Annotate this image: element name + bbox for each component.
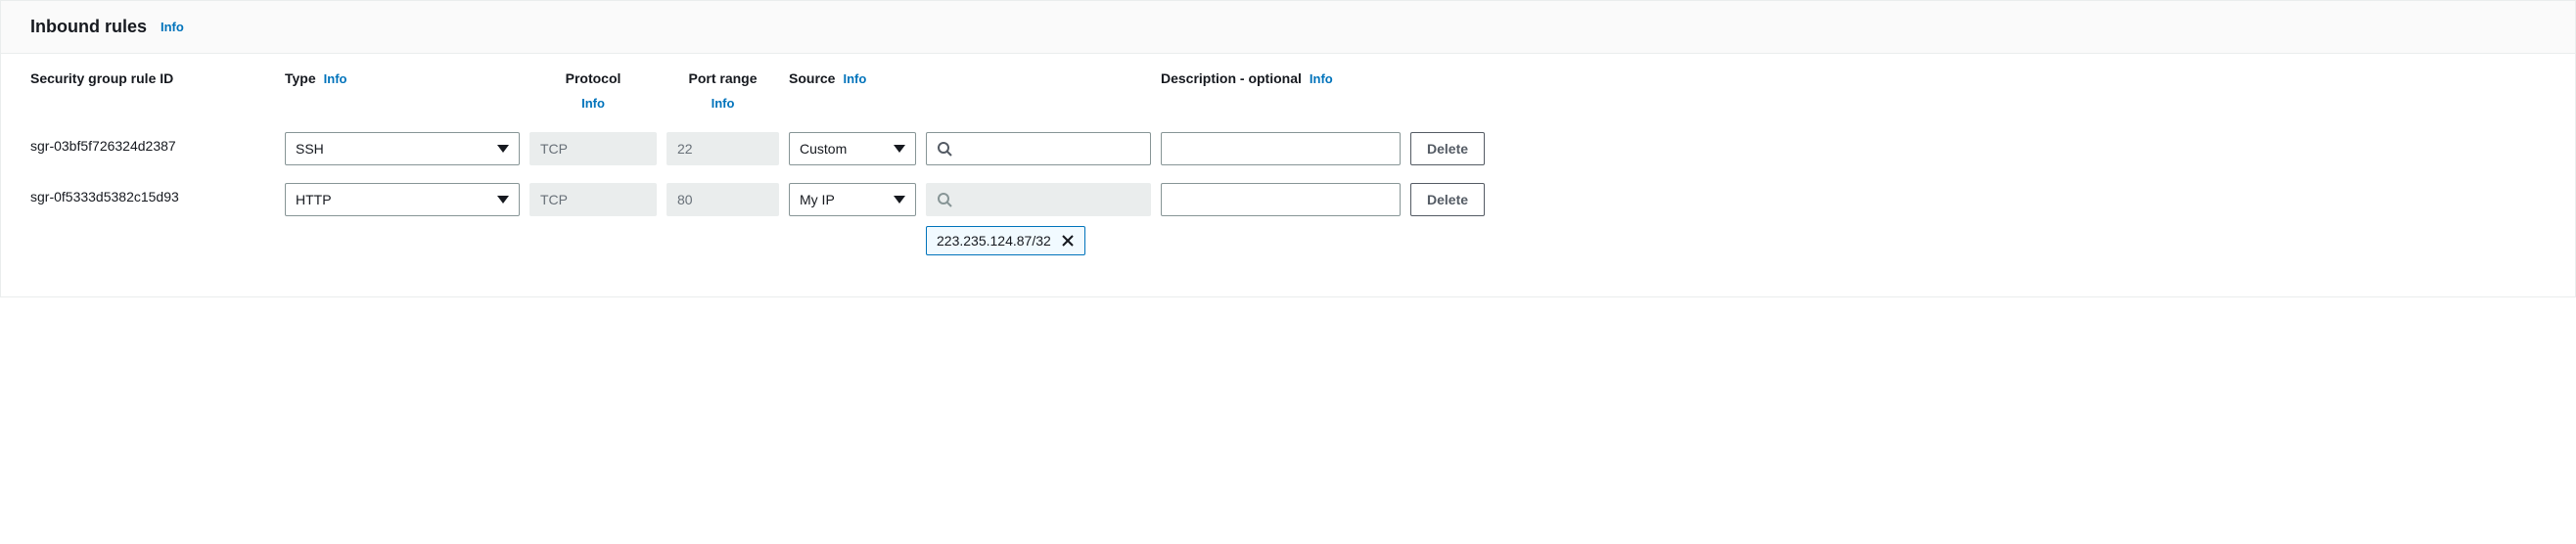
panel-header: Inbound rules Info	[1, 1, 2575, 54]
columns-header: Security group rule ID Type Info Protoco…	[30, 69, 2546, 113]
caret-down-icon	[894, 145, 905, 153]
column-rule-id: Security group rule ID	[30, 69, 275, 89]
caret-down-icon	[497, 196, 509, 204]
panel-body: Security group rule ID Type Info Protoco…	[1, 54, 2575, 296]
search-icon	[937, 192, 952, 207]
source-search[interactable]	[926, 132, 1151, 165]
panel-title: Inbound rules	[30, 17, 147, 37]
column-port-range-info-link[interactable]: Info	[712, 95, 735, 113]
protocol-field: TCP	[529, 183, 657, 216]
inbound-rules-panel: Inbound rules Info Security group rule I…	[0, 0, 2576, 297]
source-search-input[interactable]	[960, 141, 1140, 157]
column-description: Description - optional Info	[1161, 69, 1401, 89]
source-cidr-token: 223.235.124.87/32	[926, 226, 1085, 255]
delete-button[interactable]: Delete	[1410, 132, 1485, 165]
type-select[interactable]: SSH	[285, 132, 520, 165]
column-source: Source Info	[789, 69, 1151, 89]
column-protocol: Protocol Info	[529, 69, 657, 113]
column-protocol-info-link[interactable]: Info	[581, 95, 605, 113]
rule-row: sgr-0f5333d5382c15d93 HTTP TCP 80 My IP	[30, 183, 2546, 255]
delete-button[interactable]: Delete	[1410, 183, 1485, 216]
close-icon[interactable]	[1061, 234, 1075, 248]
source-mode-select[interactable]: Custom	[789, 132, 916, 165]
description-input[interactable]	[1161, 132, 1401, 165]
description-input[interactable]	[1161, 183, 1401, 216]
column-description-info-link[interactable]: Info	[1310, 70, 1333, 88]
rule-id-text: sgr-0f5333d5382c15d93	[30, 183, 275, 204]
source-stack	[926, 132, 1151, 165]
source-search	[926, 183, 1151, 216]
caret-down-icon	[894, 196, 905, 204]
column-source-info-link[interactable]: Info	[843, 70, 866, 88]
source-stack: 223.235.124.87/32	[926, 183, 1151, 255]
column-port-range: Port range Info	[667, 69, 779, 113]
column-type: Type Info	[285, 69, 520, 89]
caret-down-icon	[497, 145, 509, 153]
column-type-info-link[interactable]: Info	[324, 70, 347, 88]
panel-info-link[interactable]: Info	[161, 20, 184, 34]
rule-id-text: sgr-03bf5f726324d2387	[30, 132, 275, 154]
type-select[interactable]: HTTP	[285, 183, 520, 216]
search-icon	[937, 141, 952, 157]
port-range-field: 22	[667, 132, 779, 165]
port-range-field: 80	[667, 183, 779, 216]
source-mode-select[interactable]: My IP	[789, 183, 916, 216]
source-search-input	[960, 192, 1140, 207]
rule-row: sgr-03bf5f726324d2387 SSH TCP 22 Custom	[30, 132, 2546, 165]
protocol-field: TCP	[529, 132, 657, 165]
